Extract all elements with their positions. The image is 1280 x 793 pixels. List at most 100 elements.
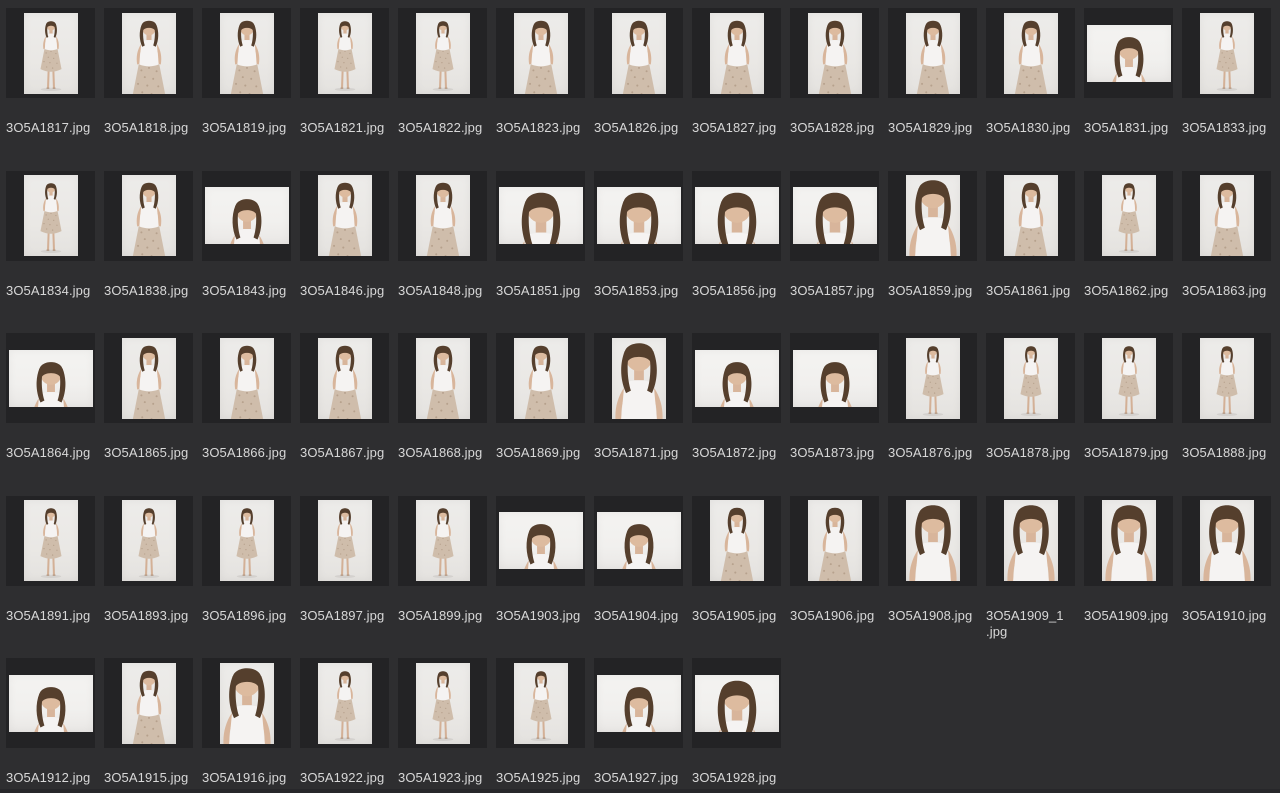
file-item[interactable]: 3O5A1861​.jpg: [986, 171, 1084, 334]
file-item[interactable]: 3O5A1904​.jpg: [594, 496, 692, 659]
thumbnail-frame[interactable]: [1182, 171, 1271, 261]
file-item[interactable]: 3O5A1846​.jpg: [300, 171, 398, 334]
thumbnail-frame[interactable]: [986, 496, 1075, 586]
thumbnail-frame[interactable]: [202, 658, 291, 748]
thumbnail-frame[interactable]: [300, 171, 389, 261]
thumbnail-frame[interactable]: [1084, 496, 1173, 586]
file-item[interactable]: 3O5A1821​.jpg: [300, 8, 398, 171]
file-item[interactable]: 3O5A1817​.jpg: [6, 8, 104, 171]
file-item[interactable]: 3O5A1843​.jpg: [202, 171, 300, 334]
thumbnail-frame[interactable]: [790, 8, 879, 98]
file-item[interactable]: 3O5A1906​.jpg: [790, 496, 888, 659]
file-item[interactable]: 3O5A1909_1​.jpg: [986, 496, 1084, 659]
file-item[interactable]: 3O5A1838​.jpg: [104, 171, 202, 334]
thumbnail-frame[interactable]: [496, 171, 585, 261]
thumbnail-frame[interactable]: [104, 171, 193, 261]
file-item[interactable]: 3O5A1872​.jpg: [692, 333, 790, 496]
thumbnail-frame[interactable]: [398, 658, 487, 748]
thumbnail-frame[interactable]: [202, 333, 291, 423]
thumbnail-frame[interactable]: [1084, 333, 1173, 423]
thumbnail-frame[interactable]: [398, 8, 487, 98]
thumbnail-frame[interactable]: [300, 8, 389, 98]
thumbnail-frame[interactable]: [496, 8, 585, 98]
file-item[interactable]: 3O5A1818​.jpg: [104, 8, 202, 171]
thumbnail-frame[interactable]: [692, 496, 781, 586]
file-item[interactable]: 3O5A1869​.jpg: [496, 333, 594, 496]
thumbnail-frame[interactable]: [398, 171, 487, 261]
thumbnail-frame[interactable]: [888, 496, 977, 586]
file-item[interactable]: 3O5A1909​.jpg: [1084, 496, 1182, 659]
thumbnail-frame[interactable]: [594, 171, 683, 261]
thumbnail-frame[interactable]: [104, 333, 193, 423]
file-item[interactable]: 3O5A1857​.jpg: [790, 171, 888, 334]
file-item[interactable]: 3O5A1925​.jpg: [496, 658, 594, 793]
file-item[interactable]: 3O5A1896​.jpg: [202, 496, 300, 659]
thumbnail-frame[interactable]: [6, 658, 95, 748]
thumbnail-frame[interactable]: [1084, 171, 1173, 261]
file-item[interactable]: 3O5A1891​.jpg: [6, 496, 104, 659]
file-item[interactable]: 3O5A1908​.jpg: [888, 496, 986, 659]
thumbnail-frame[interactable]: [594, 333, 683, 423]
file-item[interactable]: 3O5A1866​.jpg: [202, 333, 300, 496]
file-item[interactable]: 3O5A1903​.jpg: [496, 496, 594, 659]
file-item[interactable]: 3O5A1834​.jpg: [6, 171, 104, 334]
file-item[interactable]: 3O5A1831​.jpg: [1084, 8, 1182, 171]
file-item[interactable]: 3O5A1876​.jpg: [888, 333, 986, 496]
thumbnail-frame[interactable]: [594, 496, 683, 586]
thumbnail-frame[interactable]: [202, 8, 291, 98]
file-item[interactable]: 3O5A1863​.jpg: [1182, 171, 1280, 334]
thumbnail-frame[interactable]: [1084, 8, 1173, 98]
file-item[interactable]: 3O5A1827​.jpg: [692, 8, 790, 171]
file-item[interactable]: 3O5A1899​.jpg: [398, 496, 496, 659]
thumbnail-frame[interactable]: [496, 496, 585, 586]
file-item[interactable]: 3O5A1905​.jpg: [692, 496, 790, 659]
thumbnail-frame[interactable]: [300, 333, 389, 423]
file-item[interactable]: 3O5A1928​.jpg: [692, 658, 790, 793]
thumbnail-frame[interactable]: [692, 8, 781, 98]
thumbnail-frame[interactable]: [986, 333, 1075, 423]
thumbnail-frame[interactable]: [300, 496, 389, 586]
thumbnail-frame[interactable]: [790, 496, 879, 586]
file-item[interactable]: 3O5A1853​.jpg: [594, 171, 692, 334]
file-item[interactable]: 3O5A1897​.jpg: [300, 496, 398, 659]
file-item[interactable]: 3O5A1910​.jpg: [1182, 496, 1280, 659]
file-item[interactable]: 3O5A1862​.jpg: [1084, 171, 1182, 334]
file-item[interactable]: 3O5A1830​.jpg: [986, 8, 1084, 171]
thumbnail-frame[interactable]: [104, 658, 193, 748]
thumbnail-frame[interactable]: [790, 333, 879, 423]
file-item[interactable]: 3O5A1922​.jpg: [300, 658, 398, 793]
file-item[interactable]: 3O5A1923​.jpg: [398, 658, 496, 793]
thumbnail-frame[interactable]: [594, 8, 683, 98]
file-item[interactable]: 3O5A1865​.jpg: [104, 333, 202, 496]
file-item[interactable]: 3O5A1856​.jpg: [692, 171, 790, 334]
file-item[interactable]: 3O5A1851​.jpg: [496, 171, 594, 334]
thumbnail-frame[interactable]: [6, 171, 95, 261]
thumbnail-frame[interactable]: [692, 171, 781, 261]
file-item[interactable]: 3O5A1848​.jpg: [398, 171, 496, 334]
thumbnail-frame[interactable]: [888, 333, 977, 423]
thumbnail-frame[interactable]: [790, 171, 879, 261]
file-item[interactable]: 3O5A1826​.jpg: [594, 8, 692, 171]
thumbnail-frame[interactable]: [1182, 8, 1271, 98]
thumbnail-frame[interactable]: [1182, 496, 1271, 586]
thumbnail-frame[interactable]: [1182, 333, 1271, 423]
file-item[interactable]: 3O5A1823​.jpg: [496, 8, 594, 171]
thumbnail-frame[interactable]: [594, 658, 683, 748]
thumbnail-frame[interactable]: [6, 333, 95, 423]
file-item[interactable]: 3O5A1893​.jpg: [104, 496, 202, 659]
file-item[interactable]: 3O5A1878​.jpg: [986, 333, 1084, 496]
file-item[interactable]: 3O5A1822​.jpg: [398, 8, 496, 171]
file-item[interactable]: 3O5A1927​.jpg: [594, 658, 692, 793]
file-item[interactable]: 3O5A1829​.jpg: [888, 8, 986, 171]
file-item[interactable]: 3O5A1871​.jpg: [594, 333, 692, 496]
thumbnail-frame[interactable]: [888, 171, 977, 261]
file-item[interactable]: 3O5A1828​.jpg: [790, 8, 888, 171]
thumbnail-frame[interactable]: [692, 333, 781, 423]
file-item[interactable]: 3O5A1833​.jpg: [1182, 8, 1280, 171]
thumbnail-frame[interactable]: [104, 8, 193, 98]
thumbnail-frame[interactable]: [6, 8, 95, 98]
thumbnail-frame[interactable]: [202, 171, 291, 261]
thumbnail-frame[interactable]: [104, 496, 193, 586]
thumbnail-frame[interactable]: [888, 8, 977, 98]
file-item[interactable]: 3O5A1912​.jpg: [6, 658, 104, 793]
